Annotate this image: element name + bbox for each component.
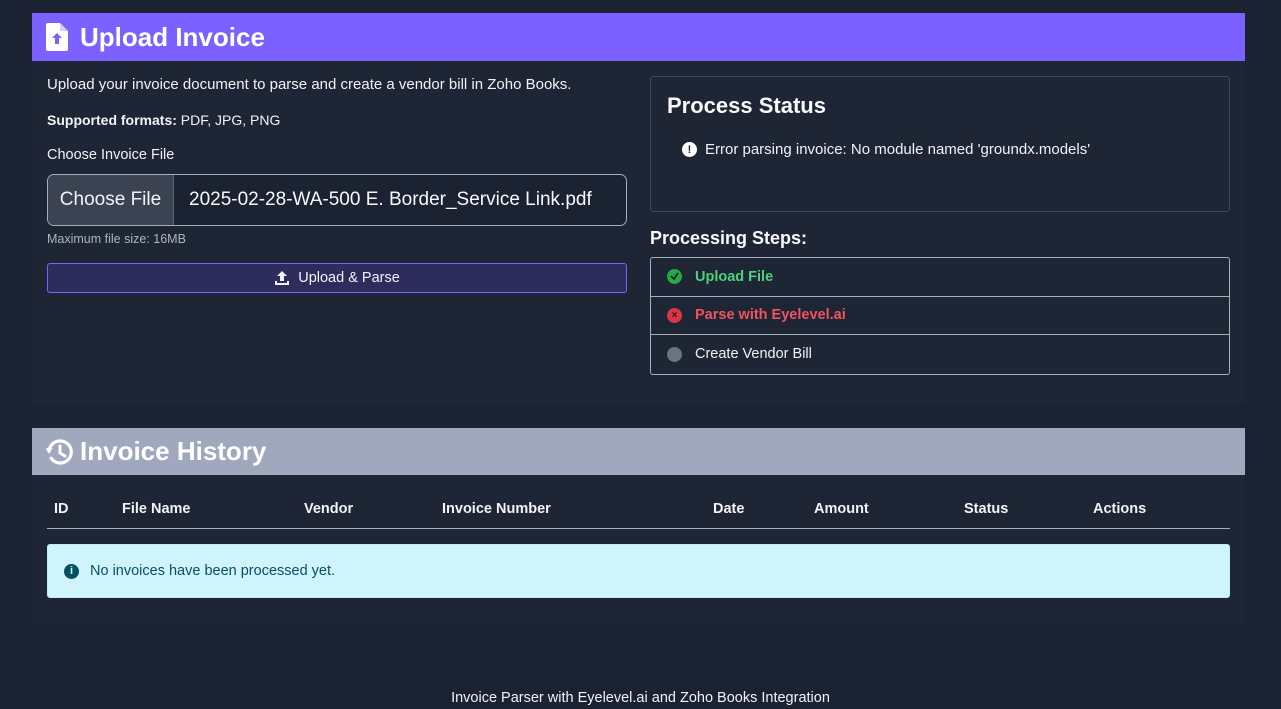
upload-card-title: Upload Invoice: [80, 21, 265, 52]
circle-icon: [667, 346, 682, 362]
formats-value: PDF, JPG, PNG: [180, 112, 281, 128]
upload-description: Upload your invoice document to parse an…: [47, 76, 572, 93]
supported-formats: Supported formats: PDF, JPG, PNG: [47, 112, 627, 128]
file-upload-icon: [46, 23, 72, 51]
processing-steps-title: Processing Steps:: [650, 228, 808, 248]
step-label: Parse with Eyelevel.ai: [695, 307, 846, 324]
upload-card: Upload Invoice Upload your invoice docum…: [32, 13, 1245, 403]
file-input[interactable]: Choose File 2025-02-28-WA-500 E. Border_…: [47, 174, 627, 226]
history-card-title: Invoice History: [80, 436, 267, 466]
column-header: Invoice Number: [442, 501, 551, 517]
column-header: File Name: [122, 501, 191, 517]
column-header: ID: [54, 501, 69, 517]
choose-file-button[interactable]: Choose File: [48, 175, 174, 225]
process-status-panel: Process Status ! Error parsing invoice: …: [650, 76, 1230, 212]
history-table-header: ID File Name Vendor Invoice Number Date …: [47, 493, 1230, 529]
step-label: Upload File: [695, 268, 774, 285]
upload-card-header: Upload Invoice: [32, 13, 1245, 61]
empty-history-message: No invoices have been processed yet.: [90, 563, 336, 579]
upload-form: Upload your invoice document to parse an…: [47, 76, 627, 293]
file-field-label: Choose Invoice File: [47, 147, 175, 163]
history-icon: [45, 438, 73, 466]
invoice-history-card: Invoice History ID File Name Vendor Invo…: [32, 428, 1245, 625]
step-label: Create Vendor Bill: [695, 346, 812, 363]
column-header: Status: [964, 501, 1009, 517]
column-header: Date: [713, 501, 745, 517]
column-header: Amount: [814, 501, 869, 517]
status-message: ! Error parsing invoice: No module named…: [682, 141, 1213, 158]
max-file-size-hint: Maximum file size: 16MB: [47, 232, 186, 246]
process-status-title: Process Status: [667, 93, 826, 118]
step-parse-eyelevel: × Parse with Eyelevel.ai: [651, 297, 1229, 335]
info-circle-icon: i: [64, 563, 79, 579]
column-header: Vendor: [304, 501, 354, 517]
history-card-header: Invoice History: [32, 428, 1245, 475]
footer-text: Invoice Parser with Eyelevel.ai and Zoho…: [451, 690, 830, 706]
step-create-vendor-bill: Create Vendor Bill: [651, 335, 1229, 374]
upload-parse-label: Upload & Parse: [298, 270, 400, 286]
selected-file-name: 2025-02-28-WA-500 E. Border_Service Link…: [189, 189, 592, 210]
exclamation-circle-icon: !: [682, 142, 697, 157]
check-circle-icon: [667, 269, 682, 285]
empty-history-alert: i No invoices have been processed yet.: [47, 544, 1230, 598]
x-circle-icon: ×: [667, 307, 682, 323]
step-upload-file: Upload File: [651, 258, 1229, 297]
processing-steps-list: Upload File × Parse with Eyelevel.ai Cre…: [650, 257, 1230, 375]
upload-icon: [275, 271, 290, 285]
upload-parse-button[interactable]: Upload & Parse: [47, 263, 627, 293]
status-message-text: Error parsing invoice: No module named '…: [705, 141, 1091, 158]
formats-label: Supported formats:: [47, 112, 177, 128]
column-header: Actions: [1093, 501, 1147, 517]
